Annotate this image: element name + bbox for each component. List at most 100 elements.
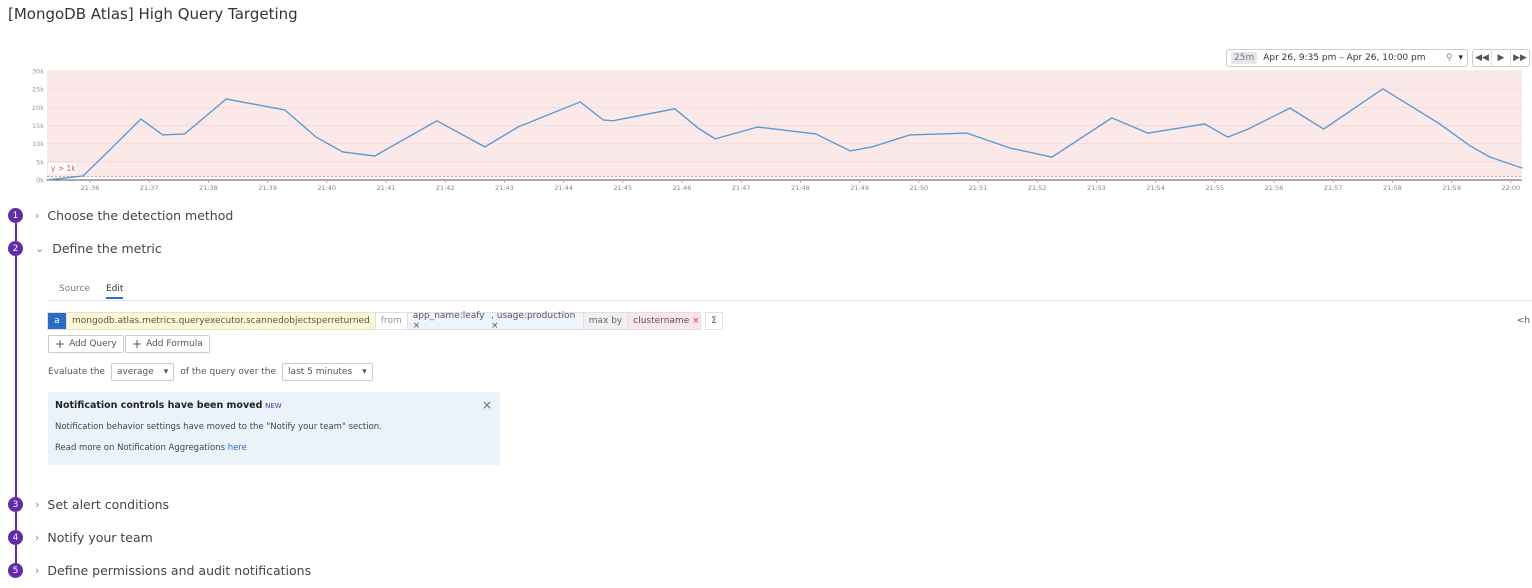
x-tick-label: 21:47 [732,184,751,192]
data-point [909,134,911,136]
button-label: Add Formula [146,339,203,349]
data-point [1323,128,1325,130]
evaluate-label: of the query over the [180,367,277,377]
step-number: 4 [8,530,23,545]
aggregation-select[interactable]: max by [582,312,629,330]
add-query-button[interactable]: + Add Query [48,335,124,353]
x-tick-label: 21:48 [791,184,810,192]
x-tick-label: 21:53 [1087,184,1106,192]
tag-filter-input[interactable]: app_name:leafy × , usage:production × [406,311,584,331]
data-point [1247,128,1249,130]
y-tick-label: 20k [32,104,44,112]
step-label: Notify your team [47,530,153,545]
data-point [871,146,873,148]
x-tick-label: 21:49 [850,184,869,192]
step-label: Choose the detection method [47,208,234,223]
tag-app-name[interactable]: app_name:leafy × [413,311,488,331]
y-tick-label: 25k [32,86,44,94]
chevron-right-icon: › [35,498,40,511]
evaluate-row: Evaluate the average ▾ of the query over … [48,363,373,381]
step-define-metric[interactable]: 2 ⌄ Define the metric [8,241,162,256]
window-dropdown[interactable]: last 5 minutes ▾ [282,363,373,381]
add-formula-button[interactable]: + Add Formula [125,335,210,353]
evaluate-label: Evaluate the [48,367,105,377]
group-by-input[interactable]: clustername × [627,312,702,330]
group-tag: clustername [633,316,690,326]
data-point [436,120,438,122]
notice-link[interactable]: here [228,443,247,453]
x-tick-label: 21:54 [1146,184,1165,192]
x-tick-label: 21:57 [1324,184,1343,192]
selected-value: average [116,367,154,377]
y-tick-label: 30k [32,68,44,76]
notice-body: Notification behavior settings have move… [55,422,382,432]
data-point [184,133,186,135]
query-letter[interactable]: a [47,312,67,330]
x-tick-label: 21:40 [317,184,336,192]
y-tick-label: 0k [36,177,44,185]
new-badge: NEW [265,402,282,410]
chevron-right-icon: › [35,209,40,222]
metric-chart: 0k 5k 10k 15k 20k 25k 30k 21:36 21:37 21:38 21:39 2… [32,68,1523,192]
data-point [1469,145,1471,147]
x-tick-label: 21:51 [969,184,988,192]
data-point [674,108,676,110]
tag-usage[interactable]: , usage:production × [491,311,578,331]
data-point [82,175,84,177]
x-tick-label: 21:43 [495,184,514,192]
aggregation-dropdown[interactable]: average ▾ [110,363,175,381]
tab-edit[interactable]: Edit [106,284,124,299]
from-label: from [374,312,408,330]
data-point [849,150,851,152]
caret-down-icon: ▾ [163,367,169,377]
data-point [1051,156,1053,158]
data-point [315,136,317,138]
x-tick-label: 21:42 [436,184,455,192]
chevron-right-icon: › [35,531,40,544]
x-tick-label: 21:41 [377,184,396,192]
step-permissions[interactable]: 5 › Define permissions and audit notificat… [8,563,311,578]
step-number: 2 [8,241,23,256]
chevron-right-icon: › [35,564,40,577]
step-connector [15,223,17,241]
remove-icon[interactable]: × [692,316,700,326]
x-tick-label: 21:46 [673,184,692,192]
data-point [966,132,968,134]
step-alert-conditions[interactable]: 3 › Set alert conditions [8,497,169,512]
data-point [140,118,142,120]
sigma-button[interactable]: Σ [705,312,723,330]
notice-more: Read more on Notification Aggregations [55,443,225,453]
data-point [1204,123,1206,125]
x-tick-label: 21:50 [909,184,928,192]
metric-input[interactable]: mongodb.atlas.metrics.queryexecutor.scan… [66,312,376,330]
step-connector [15,545,17,563]
tab-source[interactable]: Source [59,284,90,294]
data-point [342,151,344,153]
step-notify-team[interactable]: 4 › Notify your team [8,530,153,545]
x-tick-label: 21:44 [554,184,573,192]
query-row: a mongodb.atlas.metrics.queryexecutor.sc… [47,311,723,331]
data-point [1227,136,1229,138]
data-point [602,119,604,121]
data-point [162,134,164,136]
x-tick-label: 21:45 [613,184,632,192]
data-point [612,120,614,122]
data-point [1111,117,1113,119]
data-point [697,127,699,129]
step-number: 1 [8,208,23,223]
step-number: 5 [8,563,23,578]
data-point [757,126,759,128]
x-tick-label: 21:39 [258,184,277,192]
data-point [1382,88,1384,90]
data-point [1147,132,1149,134]
x-tick-label: 21:36 [81,184,100,192]
selected-value: last 5 minutes [288,367,353,377]
y-tick-label: 10k [32,140,44,148]
step-connector [15,256,17,498]
notice-title: Notification controls have been moved [55,400,263,411]
step-detection-method[interactable]: 1 › Choose the detection method [8,208,233,223]
close-icon[interactable]: × [482,398,492,412]
x-tick-label: 21:38 [199,184,218,192]
data-point [714,138,716,140]
truncated-text: <h [1516,316,1530,326]
